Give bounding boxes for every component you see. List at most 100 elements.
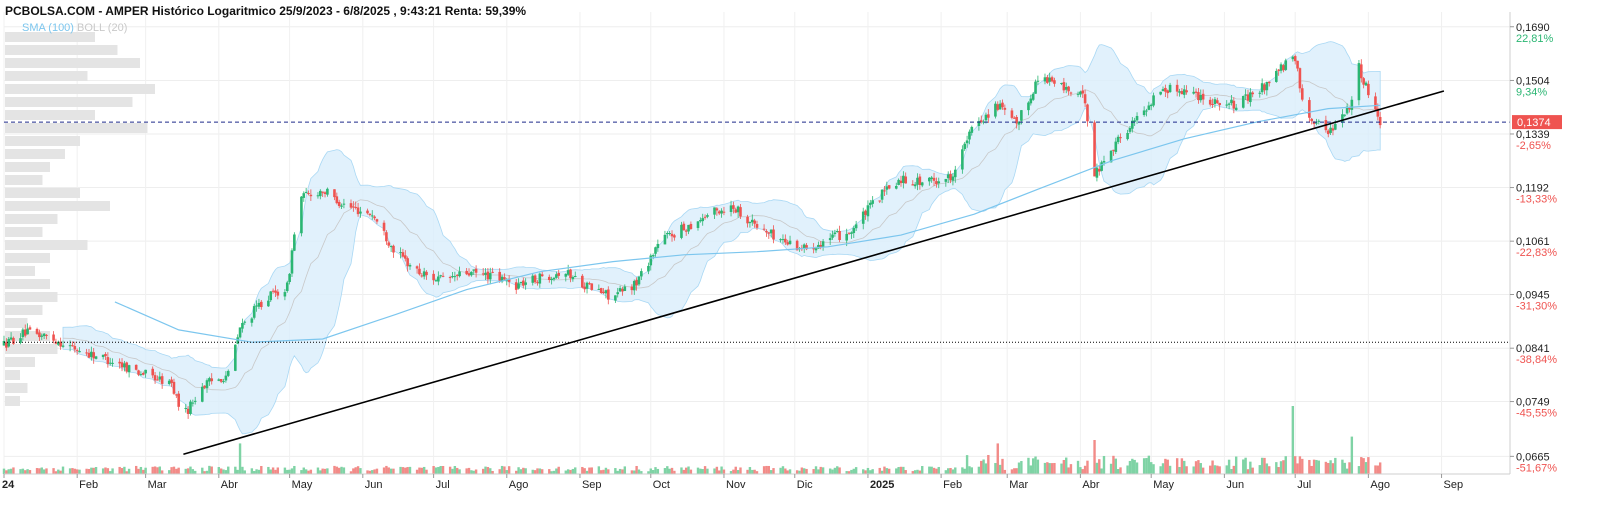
candle-body	[293, 234, 296, 251]
volume-bar	[1161, 463, 1165, 474]
candle-body	[571, 276, 575, 280]
x-tick-label: Nov	[726, 479, 746, 491]
candle-body	[1060, 83, 1063, 85]
candle-body	[635, 279, 638, 286]
volume-bar	[271, 467, 275, 474]
candle-body	[203, 385, 206, 388]
volume-bar	[536, 468, 539, 474]
x-tick-label: Jun	[365, 479, 383, 491]
volume-profile-bar	[5, 383, 28, 393]
volume-bar	[1225, 465, 1228, 474]
candle-body	[961, 149, 964, 170]
volume-bar	[604, 467, 608, 474]
candle-body	[781, 239, 785, 241]
candle-body	[599, 288, 603, 293]
volume-bar	[913, 470, 917, 474]
volume-bar	[1178, 466, 1181, 474]
volume-bar	[1098, 459, 1101, 474]
candle-body	[531, 275, 535, 283]
candle-body	[1350, 99, 1354, 110]
volume-bar	[309, 469, 313, 474]
volume-bar	[769, 470, 773, 474]
volume-bar	[720, 466, 723, 474]
candle-body	[269, 291, 273, 301]
volume-bar	[722, 469, 726, 474]
volume-bar	[833, 467, 837, 474]
candle-body	[894, 185, 898, 189]
candle-body	[1317, 120, 1321, 122]
candle-body	[1053, 80, 1056, 84]
volume-profile-bar	[5, 136, 80, 146]
candle-body	[455, 274, 459, 276]
candle-body	[153, 375, 157, 381]
candle-body	[746, 216, 749, 224]
candle-body	[1334, 123, 1337, 130]
volume-bar	[1175, 458, 1179, 474]
candle-body	[706, 215, 709, 217]
candle-body	[420, 275, 424, 277]
x-tick-label: Ago	[509, 479, 529, 491]
volume-bar	[1378, 462, 1382, 474]
volume-bar	[937, 466, 940, 474]
candle-body	[946, 174, 950, 179]
volume-bar	[1081, 469, 1084, 474]
candle-body	[670, 233, 674, 237]
candle-body	[467, 273, 471, 276]
candle-body	[597, 288, 601, 290]
volume-bar	[1109, 463, 1113, 474]
candle-body	[1284, 60, 1288, 70]
volume-bar	[1192, 466, 1195, 474]
volume-bar	[326, 468, 329, 474]
candle-body	[647, 265, 650, 272]
candle-body	[78, 351, 81, 353]
candle-body	[356, 207, 360, 215]
candle-body	[666, 233, 669, 235]
volume-bar	[439, 466, 442, 474]
candle-body	[156, 379, 159, 381]
volume-bar	[24, 470, 27, 474]
candle-body	[852, 228, 856, 234]
candle-body	[399, 252, 402, 254]
volume-bar	[1249, 461, 1252, 474]
volume-bar	[607, 469, 610, 474]
candle-body	[392, 245, 395, 253]
candle-body	[687, 224, 690, 232]
volume-bar	[35, 468, 39, 474]
candle-body	[1230, 99, 1233, 104]
candle-body	[472, 269, 476, 271]
volume-bar	[1133, 459, 1136, 474]
candle-body	[274, 290, 277, 293]
volume-bar	[1065, 457, 1068, 474]
volume-bar	[635, 465, 638, 474]
volume-bar	[1159, 466, 1162, 474]
candle-body	[550, 278, 553, 281]
candle-body	[453, 276, 457, 278]
volume-bar	[1020, 461, 1023, 474]
volume-bar	[772, 468, 775, 474]
volume-bar	[382, 467, 386, 474]
volume-bar	[571, 468, 575, 474]
volume-bar	[12, 467, 15, 474]
candle-body	[1298, 68, 1302, 89]
candle-body	[1197, 92, 1200, 101]
candle-body	[581, 275, 584, 288]
volume-bar	[26, 469, 29, 474]
volume-bar	[123, 466, 126, 474]
candle-body	[1362, 78, 1365, 85]
candle-body	[913, 184, 917, 187]
volume-bar	[1324, 461, 1328, 474]
volume-bar	[1083, 465, 1087, 474]
volume-bar	[1260, 457, 1264, 474]
candle-body	[713, 207, 716, 215]
volume-bar	[897, 466, 900, 474]
volume-bar	[739, 467, 742, 474]
volume-bar	[134, 465, 138, 474]
volume-bar	[1128, 460, 1132, 474]
volume-bar	[1114, 458, 1117, 474]
volume-bar	[687, 466, 690, 474]
candle-body	[769, 229, 773, 234]
candle-body	[569, 269, 572, 279]
candle-body	[630, 286, 634, 291]
candle-body	[729, 205, 733, 212]
candle-body	[684, 230, 688, 232]
